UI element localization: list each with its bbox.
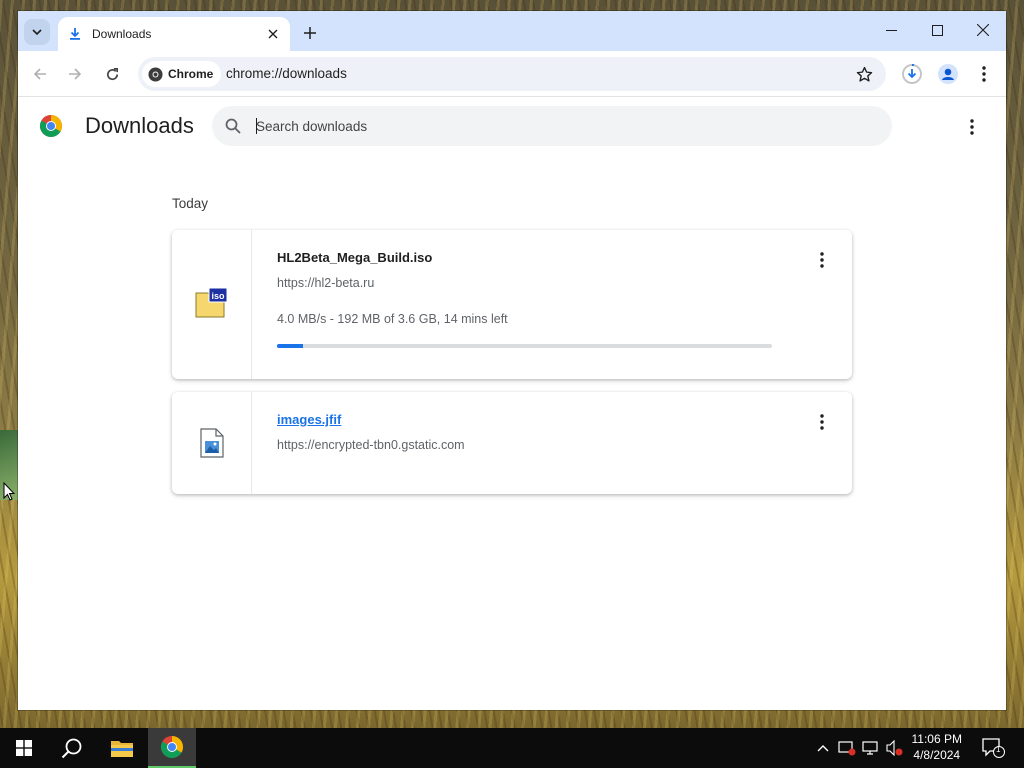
downloads-page: Downloads Today iso HL2Beta_Mega_Build.i… xyxy=(18,98,1006,710)
close-icon xyxy=(268,29,278,39)
maximize-button[interactable] xyxy=(914,11,960,49)
item-menu-button[interactable] xyxy=(812,248,832,272)
chrome-icon xyxy=(148,66,163,82)
item-menu-button[interactable] xyxy=(812,410,832,434)
file-icon-column xyxy=(172,392,252,494)
browser-toolbar: Chrome chrome://downloads xyxy=(18,51,1006,97)
more-vert-icon xyxy=(982,66,986,82)
svg-text:iso: iso xyxy=(211,291,225,301)
search-icon xyxy=(61,738,82,759)
download-status: 4.0 MB/s - 192 MB of 3.6 GB, 14 mins lef… xyxy=(277,312,508,326)
clock-date: 4/8/2024 xyxy=(913,748,961,762)
page-header: Downloads xyxy=(18,98,1006,156)
network-button[interactable] xyxy=(862,739,880,757)
chevron-up-icon xyxy=(817,745,829,752)
folder-icon xyxy=(111,741,133,757)
avatar-icon xyxy=(938,64,958,84)
volume-muted-icon xyxy=(886,740,903,756)
minimize-icon xyxy=(885,29,897,31)
taskbar: 11:06 PM 4/8/2024 1 xyxy=(0,728,1024,768)
chrome-logo-icon xyxy=(161,736,183,758)
arrow-right-icon xyxy=(69,68,82,80)
volume-button[interactable] xyxy=(886,739,904,757)
reload-button[interactable] xyxy=(98,60,126,88)
bookmark-button[interactable] xyxy=(854,64,874,84)
maximize-icon xyxy=(931,24,943,36)
tray-security-icon-button[interactable] xyxy=(838,739,856,757)
notification-count: 1 xyxy=(996,745,1001,754)
reload-icon xyxy=(106,67,118,80)
file-source-url[interactable]: https://hl2-beta.ru xyxy=(277,276,374,290)
download-item: iso HL2Beta_Mega_Build.iso https://hl2-b… xyxy=(172,230,852,379)
search-icon xyxy=(225,118,241,134)
minimize-button[interactable] xyxy=(868,11,914,49)
iso-file-icon: iso xyxy=(195,287,228,318)
tab-close-button[interactable] xyxy=(264,25,282,43)
title-bar: Downloads xyxy=(18,11,1006,51)
address-bar[interactable]: Chrome chrome://downloads xyxy=(138,57,886,91)
download-progress-bar xyxy=(277,344,772,348)
profile-button[interactable] xyxy=(934,60,962,88)
tab-search-button[interactable] xyxy=(24,19,50,45)
forward-button[interactable] xyxy=(61,60,89,88)
date-heading: Today xyxy=(172,196,209,211)
page-menu-button[interactable] xyxy=(962,115,982,139)
notification-icon xyxy=(982,738,1005,758)
image-file-icon xyxy=(200,428,224,458)
text-caret xyxy=(256,118,257,134)
mouse-cursor-icon xyxy=(3,482,15,501)
arrow-left-icon xyxy=(33,68,46,80)
file-source-url[interactable]: https://encrypted-tbn0.gstatic.com xyxy=(277,438,465,452)
tab-downloads[interactable]: Downloads xyxy=(58,17,290,51)
clock-time: 11:06 PM xyxy=(911,732,962,746)
site-info-chip[interactable]: Chrome xyxy=(142,61,222,87)
network-icon xyxy=(862,741,878,755)
download-item: images.jfif https://encrypted-tbn0.gstat… xyxy=(172,392,852,494)
plus-icon xyxy=(304,27,316,39)
window-close-button[interactable] xyxy=(960,11,1006,49)
chip-label: Chrome xyxy=(168,67,214,81)
security-alert-icon xyxy=(838,741,856,756)
tab-title: Downloads xyxy=(92,27,152,41)
chrome-window: Downloads Chrome chrome://downloads Down… xyxy=(18,11,1006,710)
taskbar-search-button[interactable] xyxy=(48,728,96,768)
more-vert-icon xyxy=(970,119,974,135)
url-text: chrome://downloads xyxy=(226,66,347,81)
download-progress-icon xyxy=(902,64,922,84)
more-vert-icon xyxy=(820,252,824,268)
chrome-logo-icon xyxy=(40,115,62,137)
search-box[interactable] xyxy=(212,106,892,146)
back-button[interactable] xyxy=(26,60,54,88)
taskbar-file-explorer[interactable] xyxy=(98,728,146,768)
windows-logo-icon xyxy=(16,740,32,756)
file-icon-column: iso xyxy=(172,230,252,379)
file-name-link[interactable]: images.jfif xyxy=(277,412,341,427)
taskbar-chrome[interactable] xyxy=(148,728,196,768)
downloads-button[interactable] xyxy=(898,60,926,88)
close-icon xyxy=(977,24,989,36)
chevron-down-icon xyxy=(32,29,42,36)
file-name-text[interactable]: images.jfif xyxy=(277,412,341,427)
download-icon xyxy=(70,28,80,40)
clock[interactable]: 11:06 PM 4/8/2024 xyxy=(912,731,962,763)
more-vert-icon xyxy=(820,414,824,430)
page-title: Downloads xyxy=(85,113,194,138)
download-progress-fill xyxy=(277,344,303,348)
show-hidden-icons-button[interactable] xyxy=(814,739,832,757)
new-tab-button[interactable] xyxy=(298,21,322,45)
file-name: HL2Beta_Mega_Build.iso xyxy=(277,250,433,265)
browser-menu-button[interactable] xyxy=(970,60,998,88)
notification-center-button[interactable]: 1 xyxy=(982,738,1006,758)
star-icon xyxy=(856,66,872,82)
start-button[interactable] xyxy=(0,728,48,768)
search-input[interactable] xyxy=(256,114,856,138)
